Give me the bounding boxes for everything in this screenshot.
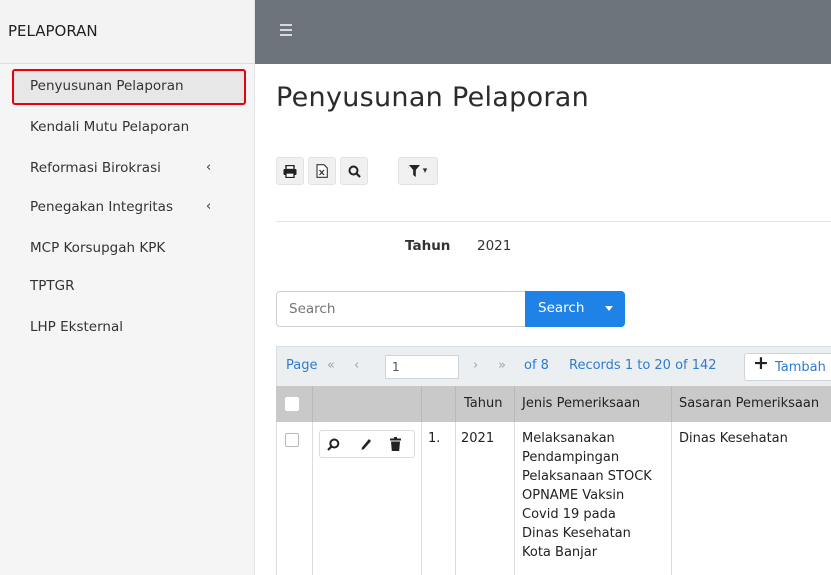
export-excel-button[interactable] [308,157,336,185]
search-button[interactable]: Search [525,291,625,327]
hamburger-icon[interactable] [280,24,292,36]
sidebar-item-label: TPTGR [30,278,75,294]
sidebar-item-label: Reformasi Birokrasi [30,160,161,176]
column-header-jenis-pemeriksaan[interactable]: Jenis Pemeriksaan [522,396,640,411]
plus-icon: + [753,352,769,374]
chevron-left-icon: ‹ [206,199,212,214]
chevron-down-icon: ▾ [422,166,428,176]
sidebar-item-reformasi-birokrasi[interactable]: Reformasi Birokrasi ‹ [12,151,246,187]
records-count: Records 1 to 20 of 142 [569,358,717,373]
sidebar-item-lhp-eksternal[interactable]: LHP Eksternal [12,310,246,346]
prev-page-button[interactable]: ‹ [354,358,359,373]
divider [276,221,831,222]
row-checkbox[interactable] [285,433,299,447]
cell-tahun: 2021 [461,431,495,446]
page-count: of 8 [524,358,549,373]
sidebar-item-label: LHP Eksternal [30,319,123,335]
sidebar-item-label: Penegakan Integritas [30,199,173,215]
last-page-button[interactable]: » [498,358,506,373]
page-title: Penyusunan Pelaporan [276,82,590,113]
view-icon[interactable] [327,438,340,451]
search-toolbar-button[interactable] [340,157,368,185]
sidebar-item-penegakan-integritas[interactable]: Penegakan Integritas ‹ [12,190,246,226]
top-navbar [255,0,831,64]
sidebar-item-penyusunan-pelaporan[interactable]: Penyusunan Pelaporan [12,69,246,105]
column-header-sasaran-pemeriksaan[interactable]: Sasaran Pemeriksaan [679,396,819,411]
sidebar-item-mcp-korsupgah-kpk[interactable]: MCP Korsupgah KPK [12,231,246,267]
add-button-label: Tambah [775,360,826,375]
filter-icon [408,165,420,177]
sidebar: PELAPORAN Penyusunan Pelaporan Kendali M… [0,0,255,575]
print-icon [283,164,297,178]
cell-jenis-pemeriksaan: Melaksanakan Pendampingan Pelaksanaan ST… [522,431,652,560]
print-button[interactable] [276,157,304,185]
column-header-tahun[interactable]: Tahun [464,396,502,411]
search-button-label: Search [538,300,585,316]
sidebar-item-tptgr[interactable]: TPTGR [12,269,246,305]
filter-dropdown-button[interactable]: ▾ [398,157,438,185]
delete-icon[interactable] [390,437,401,451]
grid-header: Tahun Jenis Pemeriksaan Sasaran Pemeriks… [276,386,831,422]
caret-down-icon[interactable] [605,306,613,311]
row-number: 1. [428,431,441,446]
sidebar-item-kendali-mutu-pelaporan[interactable]: Kendali Mutu Pelaporan [12,110,246,146]
sidebar-brand: PELAPORAN [0,0,254,64]
search-input[interactable] [276,291,526,327]
table-row: 1. 2021 Melaksanakan Pendampingan Pelaks… [276,422,831,575]
sidebar-item-label: MCP Korsupgah KPK [30,240,166,256]
filter-tahun-label: Tahun [405,238,451,254]
search-icon [348,165,361,178]
excel-icon [316,164,328,178]
page-number-input[interactable] [385,355,459,379]
chevron-left-icon: ‹ [206,160,212,175]
sidebar-item-label: Penyusunan Pelaporan [30,78,184,94]
select-all-checkbox[interactable] [285,397,299,411]
pager-label: Page [286,358,318,373]
next-page-button[interactable]: › [473,358,478,373]
first-page-button[interactable]: « [327,358,335,373]
row-actions [319,430,415,458]
sidebar-item-label: Kendali Mutu Pelaporan [30,119,190,135]
cell-sasaran-pemeriksaan: Dinas Kesehatan [679,431,788,446]
filter-tahun-value: 2021 [477,238,512,254]
add-button[interactable]: + Tambah [744,352,831,381]
edit-icon[interactable] [360,438,372,451]
grid-pager: Page « ‹ › » of 8 Records 1 to 20 of 142… [276,346,831,386]
